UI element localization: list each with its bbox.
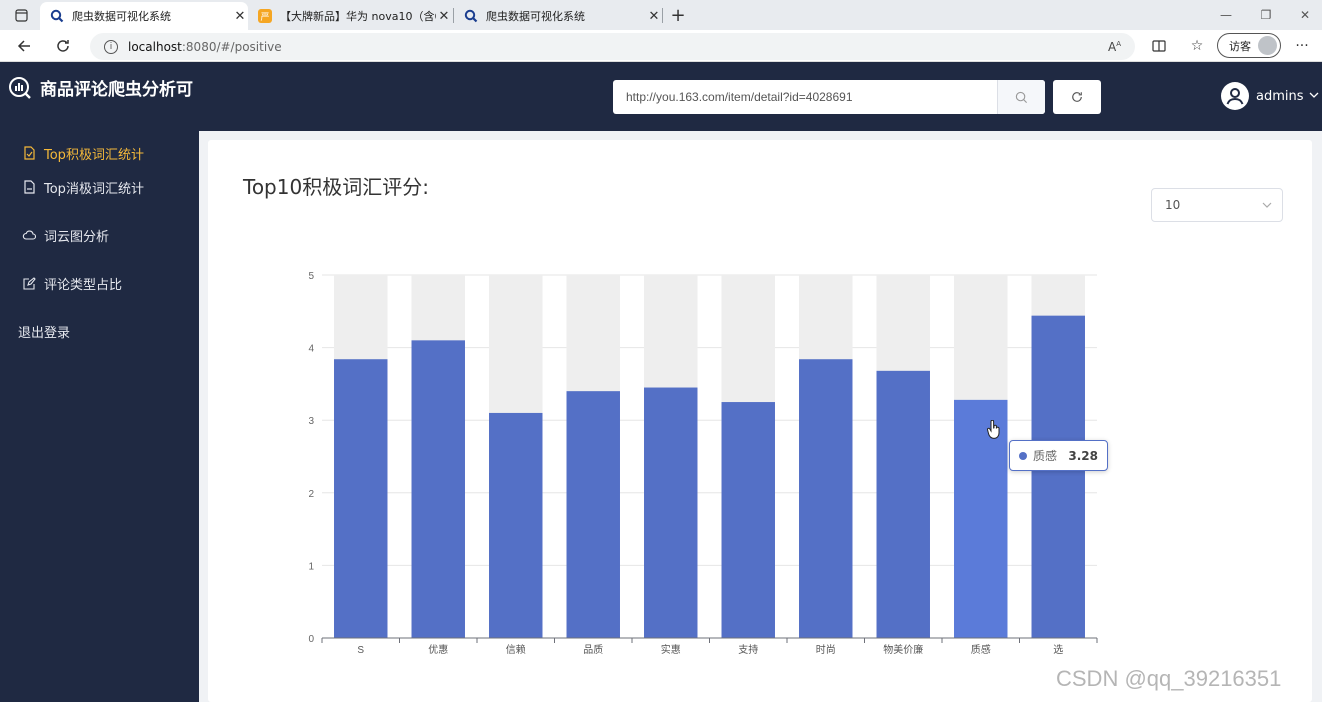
user-avatar-icon (1221, 82, 1249, 110)
sidebar-item-top-negative[interactable]: Top消极词汇统计 (0, 165, 199, 209)
document-icon (22, 180, 36, 194)
tab-title: 爬虫数据可视化系统 (486, 10, 585, 23)
select-value: 10 (1165, 198, 1181, 212)
app-title: 商品评论爬虫分析可 (40, 80, 193, 100)
tab-divider (662, 8, 663, 23)
sidebar-item-label: 评论类型占比 (44, 277, 123, 293)
close-icon[interactable]: ✕ (232, 9, 248, 24)
main-area: Top10积极词汇评分: 10 (199, 131, 1322, 702)
minimize-button[interactable]: — (1211, 4, 1241, 26)
search-icon (50, 9, 64, 23)
browser-tab-1[interactable]: 爬虫数据可视化系统 ✕ (40, 2, 248, 30)
cloud-icon (22, 228, 36, 242)
reload-button[interactable] (50, 34, 76, 58)
logout-label: 退出登录 (18, 325, 71, 341)
close-icon[interactable]: ✕ (646, 9, 662, 24)
search-input[interactable] (613, 80, 997, 114)
refresh-icon (1072, 92, 1082, 102)
favorites-icon[interactable]: ☆ (1186, 35, 1208, 57)
hand-cursor-icon (987, 420, 1000, 439)
document-icon (22, 146, 36, 160)
reload-icon (57, 40, 69, 52)
browser-tab-bar: 爬虫数据可视化系统 ✕ 严 【大牌新品】华为 nova10（含66 ✕ 爬虫数据… (0, 0, 1322, 30)
restore-button[interactable]: ❐ (1251, 4, 1281, 26)
user-name: admins (1256, 88, 1304, 104)
close-icon[interactable]: ✕ (436, 9, 452, 24)
chart-tooltip: 质感 3.28 (1009, 440, 1108, 471)
info-icon[interactable]: i (104, 39, 118, 54)
url-path: :8080/#/positive (181, 39, 282, 54)
page-title: Top10积极词汇评分: (243, 175, 429, 199)
avatar (1258, 36, 1277, 55)
sidebar: Top积极词汇统计 Top消极词汇统计 词云图分析 评论类型占比 退出登录 (0, 131, 199, 702)
read-aloud-label: A (1107, 39, 1117, 54)
chart-card: Top10积极词汇评分: 10 (208, 140, 1312, 702)
analytics-icon (9, 76, 31, 99)
search-icon (464, 9, 478, 23)
read-aloud-icon[interactable]: AA (1108, 40, 1121, 54)
back-button[interactable] (11, 34, 37, 58)
refresh-button[interactable] (1053, 80, 1101, 114)
tooltip-value: 3.28 (1068, 448, 1098, 463)
app-header: 商品评论爬虫分析可 admins (0, 62, 1322, 131)
app-logo: 商品评论爬虫分析可 (8, 75, 193, 100)
search-button[interactable] (997, 80, 1045, 114)
logout-link[interactable]: 退出登录 (0, 309, 199, 353)
user-menu[interactable]: admins (1221, 82, 1319, 110)
guest-label: 访客 (1229, 39, 1251, 53)
address-bar-row: i localhost :8080/#/positive AA ☆ 访客 ··· (0, 30, 1322, 62)
chevron-down-icon (1262, 198, 1272, 212)
chevron-down-icon (1309, 91, 1319, 102)
top-n-select[interactable]: 10 (1151, 188, 1283, 222)
more-icon[interactable]: ··· (1291, 35, 1313, 57)
sidebar-item-comment-types[interactable]: 评论类型占比 (0, 261, 199, 305)
sidebar-item-label: 词云图分析 (44, 229, 110, 245)
new-tab-button[interactable]: + (667, 3, 689, 27)
browser-tab-2[interactable]: 严 【大牌新品】华为 nova10（含66 ✕ (248, 2, 452, 30)
shop-icon: 严 (258, 9, 272, 23)
edit-icon (22, 276, 36, 290)
sidebar-item-label: Top积极词汇统计 (44, 147, 144, 163)
tooltip-label: 质感 (1033, 449, 1058, 463)
url-field[interactable]: i localhost :8080/#/positive AA (90, 33, 1135, 60)
tab-actions-icon[interactable] (9, 4, 33, 26)
tab-title: 爬虫数据可视化系统 (72, 10, 171, 23)
split-screen-icon[interactable] (1148, 35, 1170, 57)
search-icon (1015, 91, 1028, 103)
series-dot (1019, 451, 1027, 460)
tab-title: 【大牌新品】华为 nova10（含66 (280, 10, 436, 23)
arrow-left-icon (17, 40, 30, 52)
sidebar-item-wordcloud[interactable]: 词云图分析 (0, 213, 199, 257)
watermark: CSDN @qq_39216351 (1056, 666, 1282, 691)
url-search-box (613, 80, 1045, 114)
window-close-button[interactable]: ✕ (1290, 4, 1320, 26)
sidebar-item-label: Top消极词汇统计 (44, 181, 144, 197)
browser-tab-3[interactable]: 爬虫数据可视化系统 ✕ (454, 2, 662, 30)
url-host: localhost (128, 39, 182, 54)
profile-button[interactable]: 访客 (1217, 33, 1281, 58)
